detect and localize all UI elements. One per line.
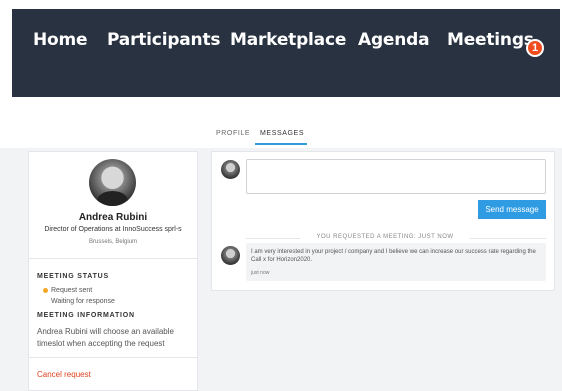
avatar [221, 160, 240, 179]
profile-job-title: Director of Operations at InnoSuccess sp… [44, 226, 182, 233]
nav-marketplace[interactable]: Marketplace [230, 30, 346, 50]
divider [29, 357, 197, 358]
profile-name: Andrea Rubini [78, 212, 148, 223]
top-navigation [12, 9, 560, 97]
avatar [221, 246, 240, 265]
active-tab-indicator [255, 143, 307, 145]
message-input[interactable] [246, 159, 546, 194]
meeting-information-heading: MEETING INFORMATION [37, 312, 135, 319]
meeting-information-text: Andrea Rubini will choose an available t… [37, 327, 174, 348]
status-subtext: Waiting for response [51, 298, 115, 305]
divider [29, 258, 197, 259]
message-timestamp: just now [251, 270, 270, 276]
nav-home[interactable]: Home [33, 30, 88, 50]
profile-location: Brussels, Belgium [88, 239, 138, 245]
avatar [89, 159, 136, 206]
meeting-status: Request sent [43, 287, 92, 294]
meeting-status-heading: MEETING STATUS [37, 273, 109, 280]
meeting-request-notice: YOU REQUESTED A MEETING: JUST NOW [300, 234, 470, 240]
divider [246, 238, 300, 239]
tab-messages[interactable]: MESSAGES [260, 130, 304, 137]
meetings-count-badge: 1 [526, 39, 544, 57]
nav-participants[interactable]: Participants [107, 30, 221, 50]
status-label: Request sent [51, 287, 93, 294]
nav-meetings[interactable]: Meetings [447, 30, 534, 50]
status-dot-icon [43, 288, 48, 293]
nav-agenda[interactable]: Agenda [358, 30, 430, 50]
cancel-request-link[interactable]: Cancel request [37, 370, 91, 379]
message-text: I am very interested in your project / c… [251, 249, 536, 263]
divider [470, 238, 546, 239]
send-message-button[interactable]: Send message [478, 200, 546, 219]
tab-profile[interactable]: PROFILE [216, 130, 250, 137]
